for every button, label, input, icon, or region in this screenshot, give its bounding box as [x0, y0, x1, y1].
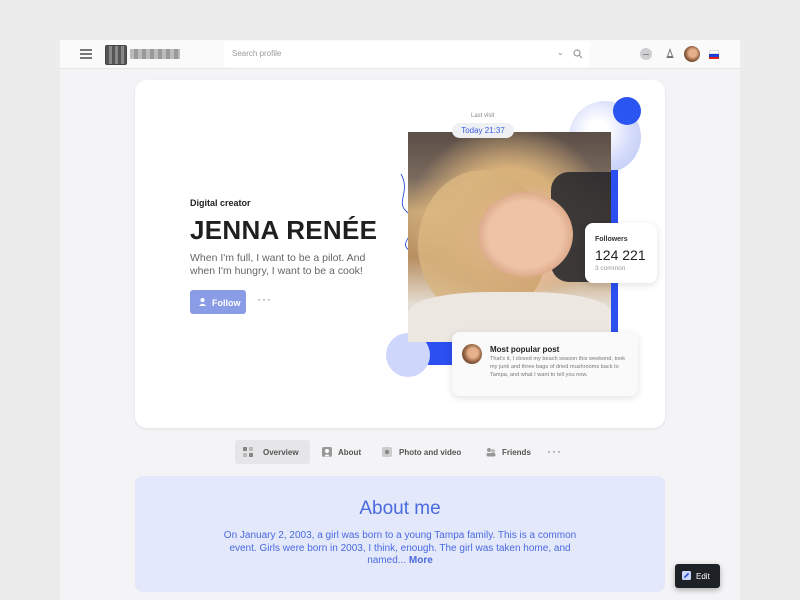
- edit-label: Edit: [696, 572, 710, 581]
- search-input[interactable]: Search profile ⌄: [224, 41, 590, 67]
- language-flag-icon[interactable]: [709, 50, 719, 59]
- followers-common: 3 common: [595, 265, 626, 272]
- profile-card: Digital creator JENNA RENÉE When I'm ful…: [135, 80, 665, 428]
- last-visit-label: Last visit: [471, 113, 495, 119]
- bell-icon[interactable]: [664, 48, 676, 60]
- person-add-icon: [199, 298, 206, 306]
- profile-name: JENNA RENÉE: [190, 215, 378, 245]
- tab-about[interactable]: About: [314, 440, 370, 464]
- about-section: About me On January 2, 2003, a girl was …: [135, 476, 665, 592]
- friends-icon: [486, 448, 496, 457]
- tabs-more-button[interactable]: ···: [547, 444, 562, 458]
- more-options-button[interactable]: ···: [257, 292, 272, 306]
- search-icon[interactable]: [573, 49, 583, 59]
- last-visit-badge: Today 21:37: [452, 123, 514, 138]
- person-icon: [322, 447, 332, 457]
- photo-icon: [382, 447, 392, 457]
- tab-overview[interactable]: Overview: [235, 440, 310, 464]
- followers-card[interactable]: Followers 124 221 3 common: [585, 223, 657, 283]
- follow-label: Follow: [212, 297, 241, 308]
- edit-icon: [682, 571, 691, 580]
- popular-post-title: Most popular post: [490, 345, 560, 354]
- grid-icon: [243, 447, 253, 457]
- tab-friends-label: Friends: [502, 448, 531, 457]
- followers-count: 124 221: [595, 247, 646, 263]
- edit-button[interactable]: Edit: [675, 564, 720, 588]
- popular-post-card[interactable]: Most popular post That's it, I closed my…: [452, 332, 638, 396]
- followers-title: Followers: [595, 236, 628, 243]
- about-more-link[interactable]: More: [409, 555, 433, 566]
- tab-photo-and-video[interactable]: Photo and video: [374, 440, 474, 464]
- tab-overview-label: Overview: [263, 448, 299, 457]
- top-bar: Search profile ⌄: [60, 40, 740, 69]
- chevron-down-icon[interactable]: ⌄: [557, 48, 564, 57]
- profile-photo[interactable]: [408, 132, 611, 342]
- about-text: On January 2, 2003, a girl was born to a…: [223, 530, 577, 566]
- about-title: About me: [359, 498, 441, 519]
- logo[interactable]: [105, 45, 127, 65]
- tab-photo-and-video-label: Photo and video: [399, 448, 462, 457]
- about-text-block: On January 2, 2003, a girl was born to a…: [220, 530, 580, 568]
- search-placeholder: Search profile: [232, 49, 282, 58]
- flag-stripe-red: [709, 56, 719, 59]
- photo-face: [478, 192, 573, 277]
- post-avatar: [462, 344, 482, 364]
- popular-post-text: That's it, I closed my beach season this…: [490, 356, 626, 378]
- menu-icon[interactable]: [80, 49, 92, 59]
- profile-subtitle: Digital creator: [190, 198, 251, 208]
- tab-friends[interactable]: Friends: [478, 440, 540, 464]
- decorative-dot: [613, 97, 641, 125]
- profile-bio: When I'm full, I want to be a pilot. And…: [190, 252, 366, 277]
- tab-about-label: About: [338, 448, 362, 457]
- app-window: Search profile ⌄ Digital creator JENNA R…: [60, 40, 740, 600]
- follow-button[interactable]: Follow: [190, 290, 246, 314]
- minus-circle-icon[interactable]: [640, 48, 652, 60]
- user-avatar[interactable]: [684, 46, 700, 62]
- logo-text-blurred: [130, 49, 180, 59]
